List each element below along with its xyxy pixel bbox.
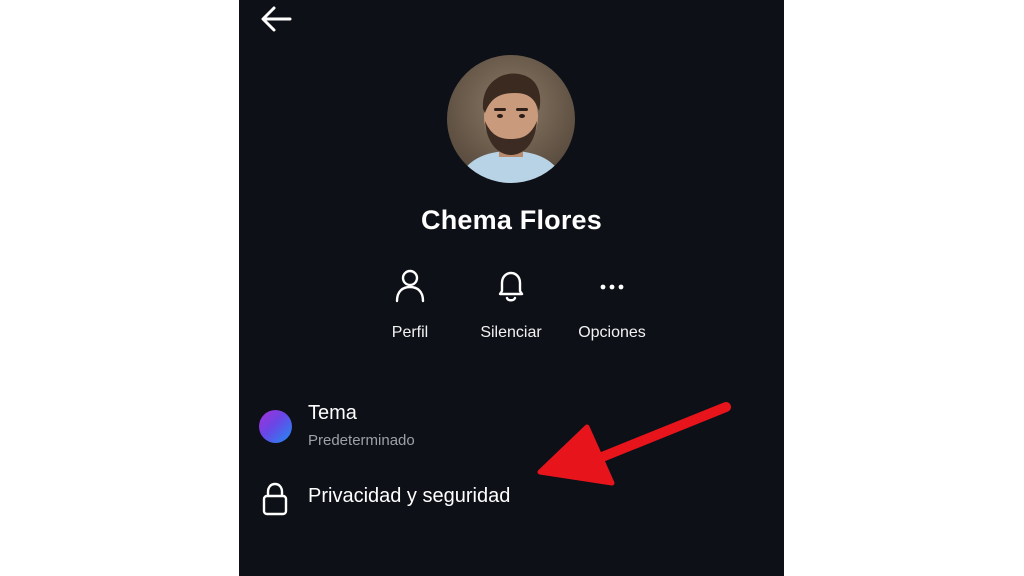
profile-label: Perfil [391, 324, 429, 341]
options-button[interactable]: Opciones [562, 268, 662, 348]
lock-icon [262, 482, 288, 516]
avatar [447, 55, 575, 183]
theme-title: Tema [308, 402, 357, 424]
mute-label: Silenciar [480, 324, 542, 341]
theme-color-icon [259, 410, 292, 443]
options-label: Opciones [578, 324, 646, 341]
privacy-title: Privacidad y seguridad [308, 485, 511, 507]
arrow-left-icon [261, 6, 292, 32]
more-icon [595, 268, 629, 304]
theme-subtitle: Predeterminado [308, 432, 415, 449]
profile-button[interactable]: Perfil [360, 268, 460, 348]
contact-name: Chema Flores [421, 205, 602, 235]
bell-icon [494, 268, 528, 304]
person-icon [393, 268, 427, 304]
red-arrow-annotation [537, 402, 731, 486]
mute-button[interactable]: Silenciar [461, 268, 561, 348]
back-button[interactable] [259, 4, 293, 34]
